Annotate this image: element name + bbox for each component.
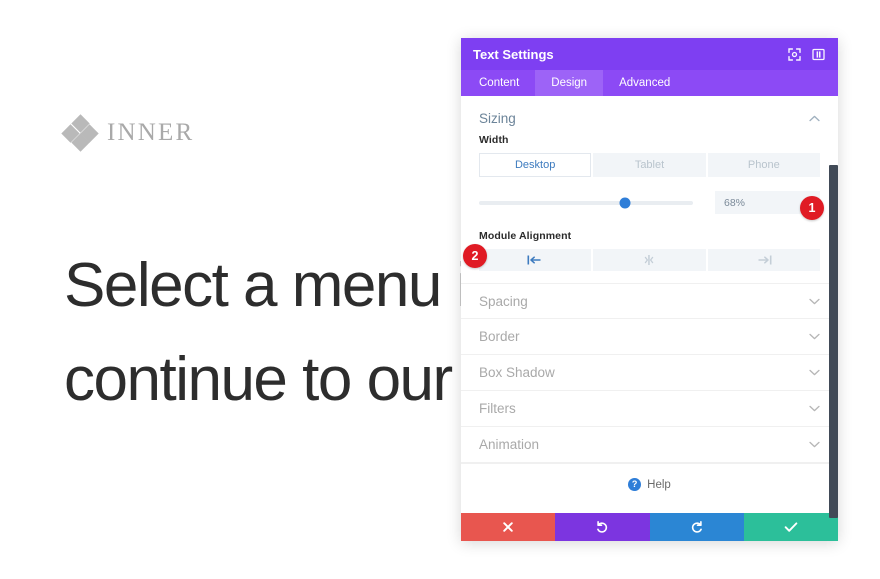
layout-view-icon[interactable] xyxy=(811,47,826,62)
section-filters[interactable]: Filters xyxy=(461,391,838,427)
help-row[interactable]: ? Help xyxy=(461,463,838,505)
chevron-down-icon[interactable] xyxy=(809,405,820,412)
save-button[interactable] xyxy=(743,513,838,541)
section-sizing-title: Sizing xyxy=(479,110,516,126)
text-settings-panel: Text Settings Content Design Advanced Si… xyxy=(461,38,838,541)
align-right-icon[interactable] xyxy=(707,249,820,271)
align-center-icon[interactable] xyxy=(593,249,706,271)
device-toggle-group: Desktop Tablet Phone xyxy=(479,153,820,177)
question-mark-icon: ? xyxy=(628,478,642,491)
section-animation[interactable]: Animation xyxy=(461,427,838,463)
cancel-button[interactable] xyxy=(461,513,556,541)
width-slider[interactable] xyxy=(479,194,693,212)
diamond-cluster-icon xyxy=(61,114,99,152)
panel-body: Sizing Width Desktop Tablet Phone 68% Mo… xyxy=(461,96,838,513)
panel-scrollbar[interactable] xyxy=(829,165,838,518)
panel-tabs: Content Design Advanced xyxy=(461,70,838,96)
chevron-down-icon[interactable] xyxy=(809,298,820,305)
section-box-shadow-title: Box Shadow xyxy=(479,365,555,380)
callout-badge-1: 1 xyxy=(800,196,824,220)
section-animation-title: Animation xyxy=(479,437,540,452)
device-option-phone[interactable]: Phone xyxy=(707,153,820,177)
panel-title: Text Settings xyxy=(473,46,554,62)
section-border-title: Border xyxy=(479,329,520,344)
panel-footer xyxy=(461,513,838,541)
section-filters-title: Filters xyxy=(479,401,516,416)
panel-header: Text Settings xyxy=(461,38,838,70)
section-spacing-title: Spacing xyxy=(479,293,528,309)
tab-design[interactable]: Design xyxy=(535,70,604,96)
panel-header-actions xyxy=(787,47,826,62)
screen: INNER Select a menu it continue to our w… xyxy=(0,0,880,579)
section-box-shadow[interactable]: Box Shadow xyxy=(461,355,838,391)
tab-advanced[interactable]: Advanced xyxy=(603,70,686,96)
help-label: Help xyxy=(647,478,671,491)
site-logo[interactable]: INNER xyxy=(61,114,195,152)
site-logo-text: INNER xyxy=(107,119,195,146)
device-option-tablet[interactable]: Tablet xyxy=(593,153,706,177)
tab-content[interactable]: Content xyxy=(463,70,535,96)
chevron-down-icon[interactable] xyxy=(809,333,820,340)
undo-button[interactable] xyxy=(555,513,650,541)
expand-icon[interactable] xyxy=(787,47,802,62)
section-sizing: Sizing Width Desktop Tablet Phone 68% Mo… xyxy=(461,96,838,271)
width-label: Width xyxy=(479,134,509,146)
section-border[interactable]: Border xyxy=(461,319,838,355)
module-alignment-group xyxy=(479,249,820,271)
chevron-down-icon[interactable] xyxy=(809,369,820,376)
section-sizing-header[interactable]: Sizing xyxy=(461,96,838,134)
align-left-icon[interactable] xyxy=(479,249,592,271)
module-alignment-label: Module Alignment xyxy=(479,230,572,242)
slider-handle[interactable] xyxy=(619,197,631,208)
redo-button[interactable] xyxy=(649,513,744,541)
width-field: Width Desktop Tablet Phone 68% Module Al… xyxy=(461,134,838,271)
width-slider-row: 68% xyxy=(479,191,820,214)
slider-track[interactable] xyxy=(479,197,693,208)
device-option-desktop[interactable]: Desktop xyxy=(479,153,592,177)
callout-badge-2: 2 xyxy=(463,244,487,268)
chevron-up-icon[interactable] xyxy=(809,115,820,122)
chevron-down-icon[interactable] xyxy=(809,441,820,448)
section-spacing[interactable]: Spacing xyxy=(461,283,838,319)
